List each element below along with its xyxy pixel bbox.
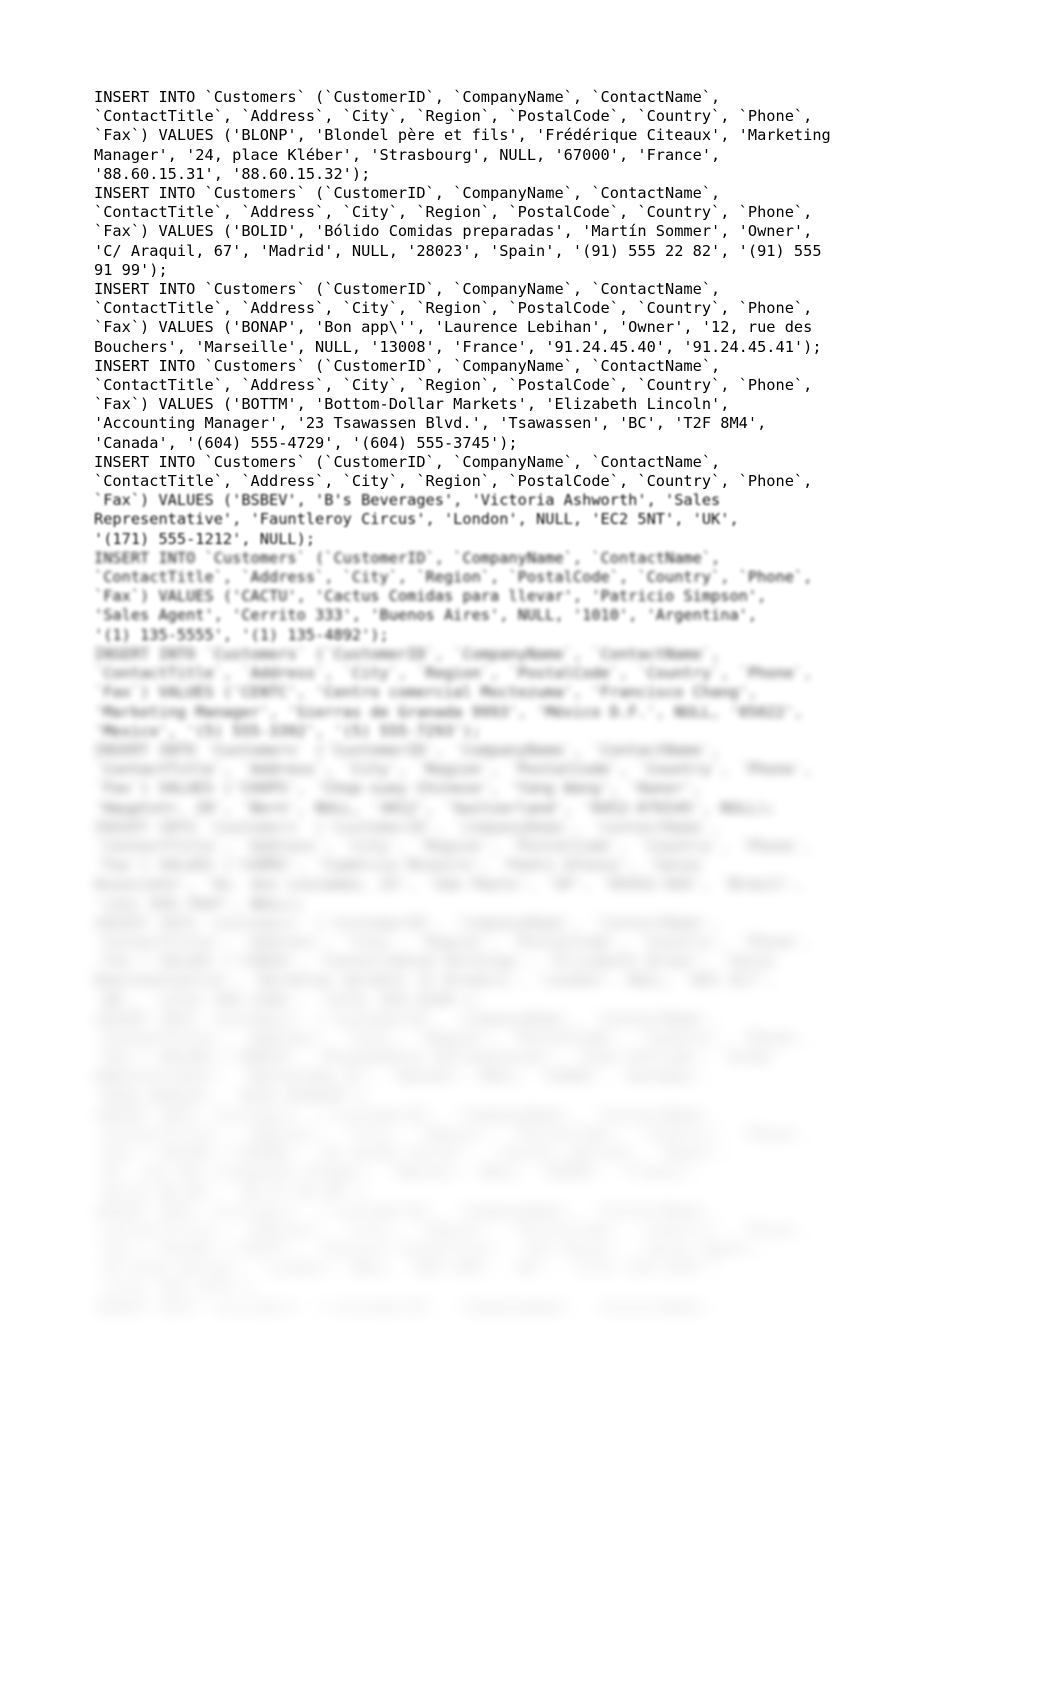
sql-line: `ContactTitle`, `Address`, `City`, `Regi… xyxy=(94,299,813,318)
sql-line: `ContactTitle`, `Address`, `City`, `Regi… xyxy=(94,472,813,491)
sql-line-blurred: 'Marketing Manager', 'Sierras de Granada… xyxy=(94,702,804,721)
sql-statement: INSERT INTO `Customers` (`CustomerID`, `… xyxy=(94,453,904,491)
sql-line: INSERT INTO `Customers` (`CustomerID`, `… xyxy=(94,88,721,106)
sql-line: `ContactTitle`, `Address`, `City`, `Regi… xyxy=(94,376,813,395)
sql-statement-blurred: INSERT INTO `Customers` (`CustomerID`, `… xyxy=(94,1106,904,1202)
sql-line-blurred: `ContactTitle`, `Address`, `City`, `Regi… xyxy=(94,664,813,683)
sql-dump-document: INSERT INTO `Customers` (`CustomerID`, `… xyxy=(94,88,904,1317)
sql-line-blurred: '35 King George', 'London', NULL, 'WX3 6… xyxy=(94,1259,721,1278)
sql-statement-blurred: INSERT INTO `Customers` (`CustomerID`, `… xyxy=(94,1010,904,1106)
sql-line-blurred: `ContactTitle`, `Address`, `City`, `Regi… xyxy=(94,1124,813,1143)
sql-line-blurred: `Fax`) VALUES ('DUMON', 'Du monde entier… xyxy=(94,1144,730,1163)
sql-statement-blurred: INSERT INTO `Customers` (`CustomerID`, `… xyxy=(94,1298,904,1317)
sql-line: Bouchers', 'Marseille', NULL, '13008', '… xyxy=(94,337,822,356)
sql-line-blurred: `Fax`) VALUES ('DRACD', 'Drachenblut Del… xyxy=(94,1048,776,1067)
sql-statement-blurred: INSERT INTO `Customers` (`CustomerID`, `… xyxy=(94,741,904,818)
sql-line-blurred: INSERT INTO `Customers` (`CustomerID`, `… xyxy=(94,1201,721,1220)
sql-line-blurred: '(1) 135-5555', '(1) 135-4892'); xyxy=(94,625,389,644)
sql-line: Manager', '24, place Kléber', 'Strasbour… xyxy=(94,145,721,164)
sql-line: 'C/ Araquil, 67', 'Madrid', NULL, '28023… xyxy=(94,241,822,260)
sql-line-blurred: `ContactTitle`, `Address`, `City`, `Regi… xyxy=(94,568,813,587)
sql-line: INSERT INTO `Customers` (`CustomerID`, `… xyxy=(94,184,721,203)
sql-statement: INSERT INTO `Customers` (`CustomerID`, `… xyxy=(94,280,904,357)
sql-line-blurred: 'UK', '(171) 555-2282', '(171) 555-9199'… xyxy=(94,990,481,1009)
sql-line-blurred: `ContactTitle`, `Address`, `City`, `Regi… xyxy=(94,932,813,951)
sql-line-blurred: `Fax`) VALUES ('CACTU', 'Cactus Comidas … xyxy=(94,587,767,606)
sql-line-blurred: INSERT INTO `Customers` (`CustomerID`, `… xyxy=(94,740,721,759)
sql-line: '88.60.15.31', '88.60.15.32'); xyxy=(94,164,371,183)
sql-line: `Fax`) VALUES ('BOTTM', 'Bottom-Dollar M… xyxy=(94,395,730,414)
sql-line-blurred: 'Hauptstr. 29', 'Bern', NULL, '3012', 'S… xyxy=(94,798,776,817)
sql-line-blurred: '(171) 555-3373'); xyxy=(94,1278,260,1297)
sql-line-blurred: `Fax`) VALUES ('COMMI', 'Comércio Mineir… xyxy=(94,856,702,875)
sql-line: 'Canada', '(604) 555-4729', '(604) 555-3… xyxy=(94,433,518,452)
sql-line-blurred: `ContactTitle`, `Address`, `City`, `Regi… xyxy=(94,760,813,779)
sql-line-blurred: `Fax`) VALUES ('EASTC', 'Eastern Connect… xyxy=(94,1240,767,1259)
sql-line-blurred: `ContactTitle`, `Address`, `City`, `Regi… xyxy=(94,1220,813,1239)
sql-line-blurred: Representative', 'Berkeley Gardens 12 Br… xyxy=(94,971,776,990)
sql-line-blurred: INSERT INTO `Customers` (`CustomerID`, `… xyxy=(94,1009,721,1028)
sql-line-blurred: `ContactTitle`, `Address`, `City`, `Regi… xyxy=(94,836,813,855)
sql-line: INSERT INTO `Customers` (`CustomerID`, `… xyxy=(94,280,721,299)
sql-line-blurred: `Fax`) VALUES ('CHOPS', 'Chop-suey Chine… xyxy=(94,779,702,798)
sql-line: `ContactTitle`, `Address`, `City`, `Regi… xyxy=(94,203,813,222)
sql-statement: INSERT INTO `Customers` (`CustomerID`, `… xyxy=(94,88,904,184)
sql-line-blurred: INSERT INTO `Customers` (`CustomerID`, `… xyxy=(94,817,721,836)
sql-line: `Fax`) VALUES ('BLONP', 'Blondel père et… xyxy=(94,126,831,145)
sql-line-blurred: `ContactTitle`, `Address`, `City`, `Regi… xyxy=(94,1028,813,1047)
sql-statement-blurred: INSERT INTO `Customers` (`CustomerID`, `… xyxy=(94,914,904,1010)
sql-statement-blurred: INSERT INTO `Customers` (`CustomerID`, `… xyxy=(94,549,904,645)
sql-statement-blurred: INSERT INTO `Customers` (`CustomerID`, `… xyxy=(94,1202,904,1298)
sql-statement: INSERT INTO `Customers` (`CustomerID`, `… xyxy=(94,184,904,280)
sql-line: INSERT INTO `Customers` (`CustomerID`, `… xyxy=(94,452,721,471)
sql-line: INSERT INTO `Customers` (`CustomerID`, `… xyxy=(94,356,721,375)
sql-statement-blurred: INSERT INTO `Customers` (`CustomerID`, `… xyxy=(94,645,904,741)
sql-line-blurred: INSERT INTO `Customers` (`CustomerID`, `… xyxy=(94,913,721,932)
sql-line: 'Accounting Manager', '23 Tsawassen Blvd… xyxy=(94,414,767,433)
sql-line-blurred: '(11) 555-7647', NULL); xyxy=(94,894,306,913)
sql-line-blurred: Administrator', 'Walserweg 21', 'Aachen'… xyxy=(94,1067,712,1086)
sql-line-blurred: '67, rue des Cinquante Otages', 'Nantes'… xyxy=(94,1163,702,1182)
sql-line: `ContactTitle`, `Address`, `City`, `Regi… xyxy=(94,107,813,126)
sql-line-blurred: INSERT INTO `Customers` (`CustomerID`, `… xyxy=(94,1105,721,1124)
sql-line: `Fax`) VALUES ('BOLID', 'Bólido Comidas … xyxy=(94,222,813,241)
sql-line-blurred: '40.67.88.88', '40.67.89.89'); xyxy=(94,1182,371,1201)
sql-line-blurred: `Fax`) VALUES ('CONSH', 'Consolidated Ho… xyxy=(94,952,776,971)
sql-line-blurred: INSERT INTO `Customers` (`CustomerID`, `… xyxy=(94,1297,721,1316)
sql-line-blurred: `Fax`) VALUES ('CENTC', 'Centro comercia… xyxy=(94,683,758,702)
sql-line-blurred: '0241-039123', '0241-059428'); xyxy=(94,1086,371,1105)
sql-statement: INSERT INTO `Customers` (`CustomerID`, `… xyxy=(94,357,904,453)
sql-line-blurred: `Fax`) VALUES ('BSBEV', 'B's Beverages',… xyxy=(94,491,721,510)
sql-line-blurred: 'Sales Agent', 'Cerrito 333', 'Buenos Ai… xyxy=(94,606,758,625)
sql-line: 91 99'); xyxy=(94,260,168,279)
sql-statement-blurred: INSERT INTO `Customers` (`CustomerID`, `… xyxy=(94,818,904,914)
sql-line: `Fax`) VALUES ('BONAP', 'Bon app\'', 'La… xyxy=(94,318,813,337)
sql-line-blurred: '(171) 555-1212', NULL); xyxy=(94,529,316,548)
sql-line-blurred: INSERT INTO `Customers` (`CustomerID`, `… xyxy=(94,548,721,567)
sql-statement-blurred: `Fax`) VALUES ('BSBEV', 'B's Beverages',… xyxy=(94,491,904,549)
sql-line-blurred: Representative', 'Fauntleroy Circus', 'L… xyxy=(94,510,739,529)
sql-line-blurred: 'Mexico', '(5) 555-3392', '(5) 555-7293'… xyxy=(94,721,481,740)
sql-line-blurred: Associate', 'Av. dos Lusíadas, 23', 'Sao… xyxy=(94,875,804,894)
sql-line-blurred: INSERT INTO `Customers` (`CustomerID`, `… xyxy=(94,644,721,663)
